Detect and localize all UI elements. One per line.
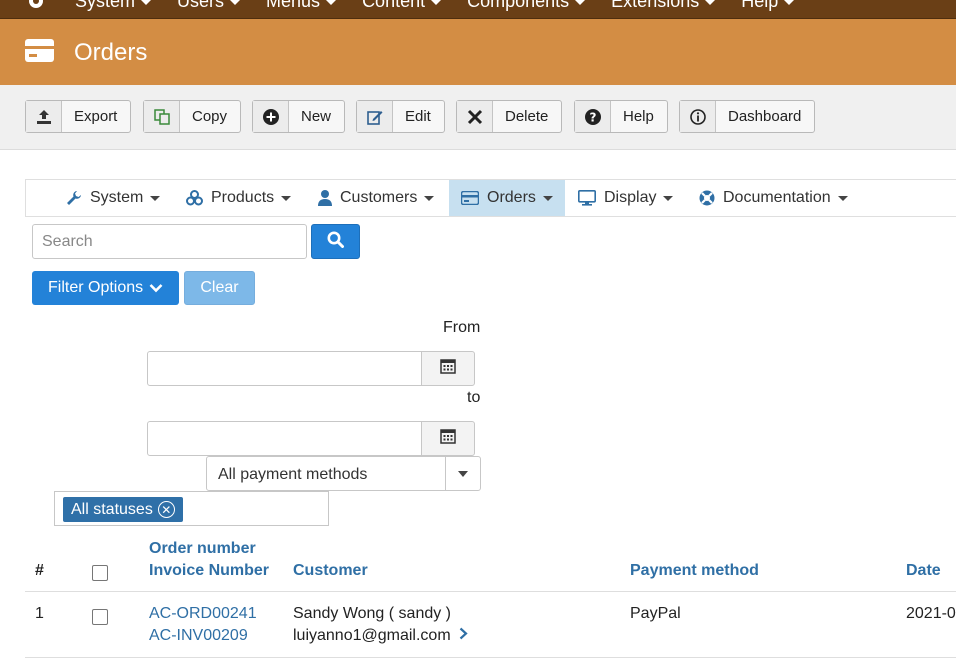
caret-down-icon bbox=[784, 0, 795, 5]
subnav-customers[interactable]: Customers bbox=[318, 180, 435, 216]
calendar-icon bbox=[440, 358, 456, 379]
copy-button[interactable]: Copy bbox=[143, 100, 242, 133]
header-divider bbox=[25, 591, 956, 592]
lifebuoy-icon bbox=[699, 190, 715, 206]
clear-button[interactable]: Clear bbox=[184, 271, 255, 305]
edit-button[interactable]: Edit bbox=[356, 100, 445, 133]
top-menu: System Users Menus Content Components Ex… bbox=[75, 0, 820, 12]
col-invoice-number[interactable]: Invoice Number bbox=[149, 562, 269, 580]
help-button[interactable]: ? Help bbox=[574, 100, 668, 133]
topnav-system[interactable]: System bbox=[75, 0, 152, 12]
to-calendar-button[interactable] bbox=[421, 421, 475, 456]
topnav-components[interactable]: Components bbox=[467, 0, 586, 12]
customer-email[interactable]: luiyanno1@gmail.com bbox=[293, 627, 468, 645]
row-index: 1 bbox=[35, 605, 44, 622]
subnav-documentation[interactable]: Documentation bbox=[699, 180, 848, 216]
credit-card-icon bbox=[25, 39, 54, 62]
subnav-products[interactable]: Products bbox=[186, 180, 292, 216]
component-subnav: System Products Customers Orders Display… bbox=[25, 179, 956, 217]
col-index: # bbox=[35, 562, 44, 579]
delete-button[interactable]: Delete bbox=[456, 100, 563, 133]
search-icon bbox=[327, 231, 344, 253]
topnav-content[interactable]: Content bbox=[362, 0, 442, 12]
topnav-users[interactable]: Users bbox=[177, 0, 241, 12]
row-checkbox[interactable] bbox=[92, 609, 108, 625]
copy-icon bbox=[144, 101, 180, 132]
credit-card-icon bbox=[461, 191, 479, 205]
col-payment-method[interactable]: Payment method bbox=[630, 562, 759, 580]
close-icon bbox=[457, 101, 493, 132]
chevron-down-icon bbox=[149, 283, 163, 293]
col-date[interactable]: Date bbox=[906, 562, 941, 580]
info-circle-icon bbox=[680, 101, 716, 132]
invoice-number-link[interactable]: AC-INV00209 bbox=[149, 627, 248, 645]
from-date-input[interactable] bbox=[147, 351, 423, 386]
search-input[interactable] bbox=[32, 224, 307, 259]
edit-icon bbox=[357, 101, 393, 132]
new-button[interactable]: New bbox=[252, 100, 346, 133]
top-navbar: System Users Menus Content Components Ex… bbox=[0, 0, 956, 19]
caret-down-icon bbox=[663, 195, 674, 201]
chevron-right-icon[interactable] bbox=[459, 627, 468, 645]
subnav-display[interactable]: Display bbox=[578, 180, 674, 216]
cubes-icon bbox=[186, 190, 203, 206]
caret-down-icon bbox=[424, 195, 435, 201]
payment-method-value: All payment methods bbox=[218, 466, 368, 483]
caret-down-icon bbox=[150, 195, 161, 201]
col-order-number[interactable]: Order number bbox=[149, 540, 256, 558]
joomla-logo-icon[interactable] bbox=[25, 0, 47, 11]
export-button[interactable]: Export bbox=[25, 100, 132, 133]
date-cell: 2021-0 bbox=[906, 605, 956, 622]
caret-down-icon bbox=[281, 195, 292, 201]
customer-name: Sandy Wong ( sandy ) bbox=[293, 605, 452, 622]
select-all-checkbox[interactable] bbox=[92, 565, 108, 581]
caret-down-icon bbox=[837, 195, 848, 201]
topnav-extensions[interactable]: Extensions bbox=[611, 0, 716, 12]
topnav-menus[interactable]: Menus bbox=[266, 0, 337, 12]
payment-method-select[interactable]: All payment methods bbox=[206, 456, 481, 491]
to-label: to bbox=[467, 389, 481, 406]
payment-method-cell: PayPal bbox=[630, 605, 681, 622]
page-header: Orders bbox=[0, 19, 956, 85]
user-icon bbox=[318, 190, 332, 206]
toolbar: Export Copy New Edit Delete ? Help Dashb… bbox=[0, 85, 956, 150]
to-date-input[interactable] bbox=[147, 421, 423, 456]
caret-down-icon bbox=[445, 457, 480, 490]
remove-chip-icon[interactable]: ✕ bbox=[157, 501, 175, 518]
order-number-link[interactable]: AC-ORD00241 bbox=[149, 605, 257, 623]
col-customer[interactable]: Customer bbox=[293, 562, 368, 580]
calendar-icon bbox=[440, 428, 456, 449]
from-calendar-button[interactable] bbox=[421, 351, 475, 386]
plus-circle-icon bbox=[253, 101, 289, 132]
upload-icon bbox=[26, 101, 62, 132]
caret-down-icon bbox=[230, 0, 241, 5]
caret-down-icon bbox=[705, 0, 716, 5]
search-button[interactable] bbox=[311, 224, 360, 259]
svg-text:?: ? bbox=[589, 110, 596, 124]
from-label: From bbox=[443, 319, 481, 336]
caret-down-icon bbox=[575, 0, 586, 5]
caret-down-icon bbox=[141, 0, 152, 5]
caret-down-icon bbox=[326, 0, 337, 5]
subnav-system[interactable]: System bbox=[66, 180, 161, 216]
dashboard-button[interactable]: Dashboard bbox=[679, 100, 816, 133]
status-multiselect[interactable]: All statuses ✕ bbox=[54, 491, 329, 526]
wrench-icon bbox=[66, 190, 82, 206]
caret-down-icon bbox=[542, 195, 553, 201]
question-circle-icon: ? bbox=[575, 101, 611, 132]
caret-down-icon bbox=[431, 0, 442, 5]
monitor-icon bbox=[578, 190, 596, 206]
topnav-help[interactable]: Help bbox=[741, 0, 795, 12]
row-divider bbox=[25, 657, 956, 658]
subnav-orders[interactable]: Orders bbox=[449, 180, 565, 216]
status-chip: All statuses ✕ bbox=[63, 497, 183, 522]
page-title: Orders bbox=[74, 39, 148, 66]
filter-options-button[interactable]: Filter Options bbox=[32, 271, 179, 305]
